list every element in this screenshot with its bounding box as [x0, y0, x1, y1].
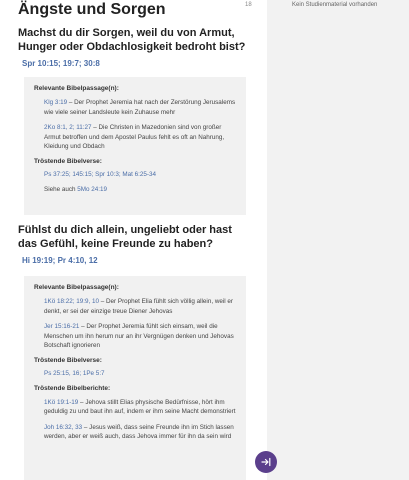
sidebar-empty-text: Kein Studienmaterial vorhanden	[292, 2, 378, 8]
passage-link[interactable]: 2Ko 8:1, 2; 11:27	[44, 124, 92, 131]
section2-refs-link[interactable]: Hi 19:19; Pr 4:10, 12	[22, 256, 98, 265]
section1-box: Relevante Bibelpassage(n): Klg 3:19 – De…	[24, 77, 246, 215]
report-item: 1Kö 19:1-19 – Jehova stillt Elias physis…	[34, 398, 236, 417]
passage-item: 1Kö 18:22; 19:9, 10 – Der Prophet Elia f…	[34, 297, 236, 316]
arrow-right-to-line-icon	[261, 457, 271, 467]
main-content: Ängste und Sorgen 18 Machst du dir Sorge…	[0, 0, 267, 480]
report-item: Joh 16:32, 33 – Jesus weiß, dass seine F…	[34, 423, 236, 442]
comfort-verses-link[interactable]: Ps 37:25; 145:15; Spr 10:3; Mat 6:25-34	[34, 171, 236, 178]
passages-heading: Relevante Bibelpassage(n):	[34, 284, 119, 291]
report-link[interactable]: 1Kö 19:1-19	[44, 399, 78, 406]
see-also-link[interactable]: 5Mo 24:19	[77, 186, 107, 193]
passage-text: – Der Prophet Jeremia hat nach der Zerst…	[44, 99, 236, 116]
section2-box: Relevante Bibelpassage(n): 1Kö 18:22; 19…	[24, 276, 246, 480]
passage-link[interactable]: Klg 3:19	[44, 99, 67, 106]
comfort-heading: Tröstende Bibelverse:	[34, 157, 102, 165]
study-sidebar	[267, 0, 409, 480]
see-also: Siehe auch 5Mo 24:19	[34, 186, 236, 193]
report-link[interactable]: Joh 16:32, 33	[44, 424, 82, 431]
see-also-prefix: Siehe auch	[44, 185, 78, 193]
page-number: 18	[245, 2, 252, 8]
passage-link[interactable]: Jer 15:16-21	[44, 323, 79, 330]
passage-item: Jer 15:16-21 – Der Prophet Jeremia fühlt…	[34, 322, 236, 351]
section1-question: Machst du dir Sorgen, weil du von Armut,…	[18, 27, 246, 53]
section2-question: Fühlst du dich allein, ungeliebt oder ha…	[18, 224, 232, 250]
passage-link[interactable]: 1Kö 18:22; 19:9, 10	[44, 298, 99, 305]
section1-refs-link[interactable]: Spr 10:15; 19:7; 30:8	[22, 59, 100, 68]
reports-heading: Tröstende Bibelberichte:	[34, 384, 111, 392]
passage-item: 2Ko 8:1, 2; 11:27 – Die Christen in Maze…	[34, 123, 236, 152]
comfort-heading: Tröstende Bibelverse:	[34, 356, 102, 364]
passages-heading: Relevante Bibelpassage(n):	[34, 85, 119, 92]
page-title: Ängste und Sorgen	[18, 1, 166, 18]
comfort-verses-link[interactable]: Ps 25:15, 16; 1Pe 5:7	[34, 370, 236, 377]
expand-panel-button[interactable]	[255, 451, 277, 473]
passage-item: Klg 3:19 – Der Prophet Jeremia hat nach …	[34, 98, 236, 117]
